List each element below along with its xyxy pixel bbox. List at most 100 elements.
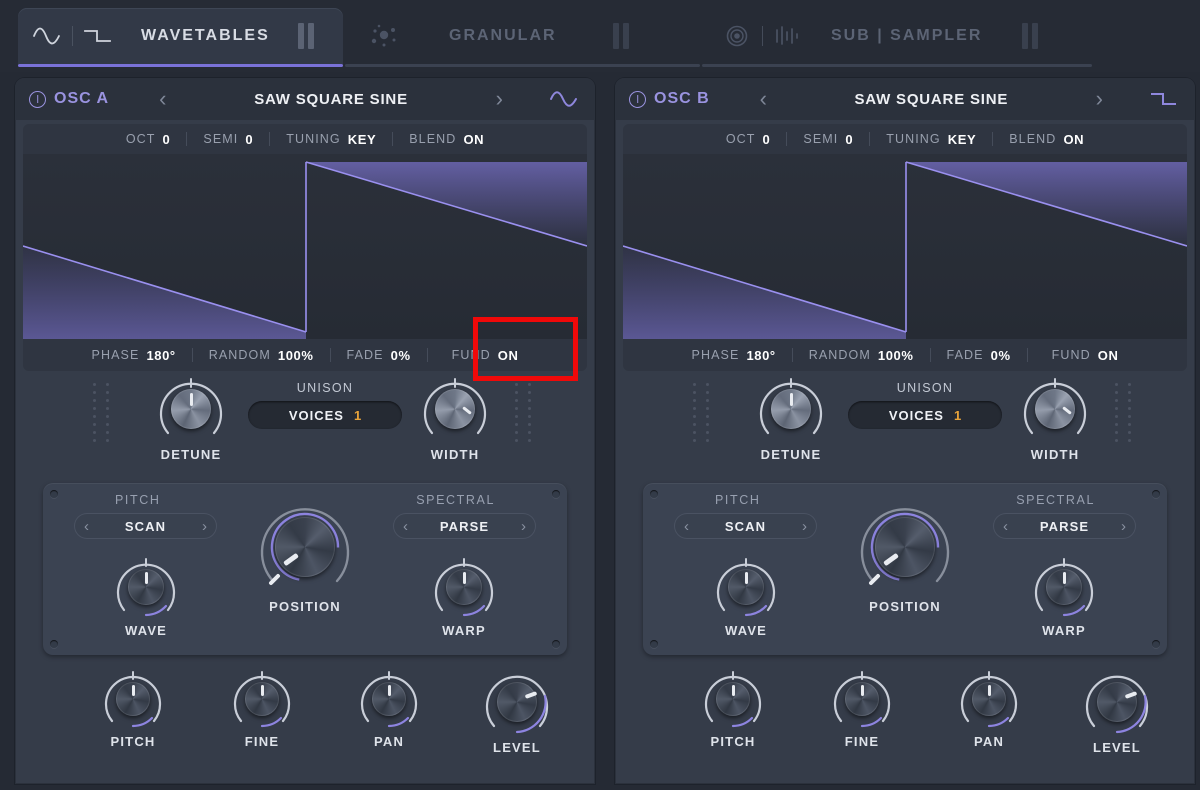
pan-knob-group[interactable]: PAN <box>945 666 1033 749</box>
unison-voices-control[interactable]: VOICES 1 <box>248 401 402 429</box>
square-wave-icon-osc-b[interactable] <box>1149 88 1179 110</box>
width-knob-group[interactable]: WIDTH <box>1007 373 1103 462</box>
tab-granular[interactable]: GRANULAR <box>345 8 700 67</box>
wave-knob-group[interactable]: WAVE <box>101 553 191 638</box>
spectral-section-label: SPECTRAL <box>416 493 495 507</box>
param-fund[interactable]: FUND ON <box>428 348 535 363</box>
param-fade[interactable]: FADE 0% <box>331 348 427 363</box>
sub-circle-icon[interactable] <box>722 23 752 49</box>
level-knob[interactable] <box>1081 666 1153 738</box>
position-knob-group[interactable]: POSITION <box>249 497 361 614</box>
param-random[interactable]: RANDOM 100% <box>793 348 930 363</box>
square-wave-icon[interactable] <box>83 25 113 47</box>
preset-prev-icon[interactable]: ‹ <box>760 88 767 110</box>
chevron-left-icon[interactable]: ‹ <box>1003 519 1008 534</box>
unison-voices-control[interactable]: VOICES 1 <box>848 401 1002 429</box>
fine-label: FINE <box>844 734 880 749</box>
fine-label: FINE <box>244 734 280 749</box>
sampler-waveform-icon[interactable] <box>773 23 803 49</box>
param-phase[interactable]: PHASE 180° <box>676 348 792 363</box>
param-semi[interactable]: SEMI 0 <box>787 132 869 147</box>
warp-knob[interactable] <box>430 553 498 621</box>
position-knob[interactable] <box>255 497 355 597</box>
preset-next-icon[interactable]: › <box>496 88 503 110</box>
param-fund[interactable]: FUND ON <box>1028 348 1135 363</box>
spectral-mode-selector[interactable]: ‹ PARSE › <box>993 513 1136 539</box>
chevron-left-icon[interactable]: ‹ <box>403 519 408 534</box>
chevron-right-icon[interactable]: › <box>802 519 807 534</box>
drag-handle-dots-right[interactable] <box>1115 383 1134 442</box>
param-tuning[interactable]: TUNING KEY <box>270 132 392 147</box>
warp-knob[interactable] <box>1030 553 1098 621</box>
detune-knob-group[interactable]: DETUNE <box>743 373 839 462</box>
pitch-mode-selector[interactable]: ‹ SCAN › <box>74 513 217 539</box>
pitch-knob[interactable] <box>700 666 766 732</box>
spectral-mode-selector[interactable]: ‹ PARSE › <box>393 513 536 539</box>
tab-wavetables[interactable]: WAVETABLES <box>18 8 343 67</box>
drag-handle-dots-left[interactable] <box>93 383 112 442</box>
pause-bars-icon-granular[interactable] <box>612 23 629 49</box>
param-key: FUND <box>451 348 491 362</box>
info-circle-icon[interactable] <box>629 90 646 108</box>
width-knob[interactable] <box>419 373 491 445</box>
level-knob-group[interactable]: LEVEL <box>1073 666 1161 755</box>
wave-knob[interactable] <box>112 553 180 621</box>
param-blend[interactable]: BLEND ON <box>993 132 1100 147</box>
osc-b-waveform-display[interactable] <box>623 154 1187 339</box>
chevron-left-icon[interactable]: ‹ <box>684 519 689 534</box>
pan-knob[interactable] <box>956 666 1022 732</box>
warp-knob-group[interactable]: WARP <box>1019 553 1109 638</box>
osc-b-preset-name[interactable]: SAW SQUARE SINE <box>767 91 1096 108</box>
param-key: SEMI <box>203 132 239 146</box>
pan-knob[interactable] <box>356 666 422 732</box>
granular-dots-icon[interactable] <box>367 23 401 49</box>
param-value: 0% <box>990 347 1011 363</box>
param-phase[interactable]: PHASE 180° <box>76 348 192 363</box>
fine-knob-group[interactable]: FINE <box>818 666 906 749</box>
chevron-left-icon[interactable]: ‹ <box>84 519 89 534</box>
width-knob[interactable] <box>1019 373 1091 445</box>
detune-knob[interactable] <box>755 373 827 445</box>
level-knob[interactable] <box>481 666 553 738</box>
sine-wave-icon-osc-a[interactable] <box>549 88 579 110</box>
param-random[interactable]: RANDOM 100% <box>193 348 330 363</box>
preset-next-icon[interactable]: › <box>1096 88 1103 110</box>
param-tuning[interactable]: TUNING KEY <box>870 132 992 147</box>
pan-knob-group[interactable]: PAN <box>345 666 433 749</box>
pause-bars-icon-sub-sampler[interactable] <box>1022 23 1039 49</box>
drag-handle-dots-left[interactable] <box>693 383 712 442</box>
wave-knob-group[interactable]: WAVE <box>701 553 791 638</box>
param-oct[interactable]: OCT 0 <box>110 132 187 147</box>
pitch-knob-group[interactable]: PITCH <box>89 666 177 749</box>
osc-a-preset-name[interactable]: SAW SQUARE SINE <box>166 91 495 108</box>
wave-knob[interactable] <box>712 553 780 621</box>
chevron-right-icon[interactable]: › <box>1121 519 1126 534</box>
pitch-mode-selector[interactable]: ‹ SCAN › <box>674 513 817 539</box>
detune-knob-group[interactable]: DETUNE <box>143 373 239 462</box>
param-fade[interactable]: FADE 0% <box>931 348 1027 363</box>
width-label: WIDTH <box>430 447 480 462</box>
preset-prev-icon[interactable]: ‹ <box>159 88 166 110</box>
tab-sub-sampler[interactable]: SUB | SAMPLER <box>702 8 1092 67</box>
position-knob[interactable] <box>855 497 955 597</box>
fine-knob[interactable] <box>229 666 295 732</box>
pitch-knob-group[interactable]: PITCH <box>689 666 777 749</box>
fine-knob-group[interactable]: FINE <box>218 666 306 749</box>
chevron-right-icon[interactable]: › <box>202 519 207 534</box>
fine-knob[interactable] <box>829 666 895 732</box>
drag-handle-dots-right[interactable] <box>515 383 534 442</box>
info-circle-icon[interactable] <box>29 90 46 108</box>
width-knob-group[interactable]: WIDTH <box>407 373 503 462</box>
param-oct[interactable]: OCT 0 <box>710 132 787 147</box>
sine-wave-icon[interactable] <box>32 25 62 47</box>
detune-knob[interactable] <box>155 373 227 445</box>
param-semi[interactable]: SEMI 0 <box>187 132 269 147</box>
param-blend[interactable]: BLEND ON <box>393 132 500 147</box>
pause-bars-icon[interactable] <box>297 23 314 49</box>
chevron-right-icon[interactable]: › <box>521 519 526 534</box>
pitch-knob[interactable] <box>100 666 166 732</box>
warp-knob-group[interactable]: WARP <box>419 553 509 638</box>
position-knob-group[interactable]: POSITION <box>849 497 961 614</box>
osc-a-waveform-display[interactable] <box>23 154 587 339</box>
level-knob-group[interactable]: LEVEL <box>473 666 561 755</box>
